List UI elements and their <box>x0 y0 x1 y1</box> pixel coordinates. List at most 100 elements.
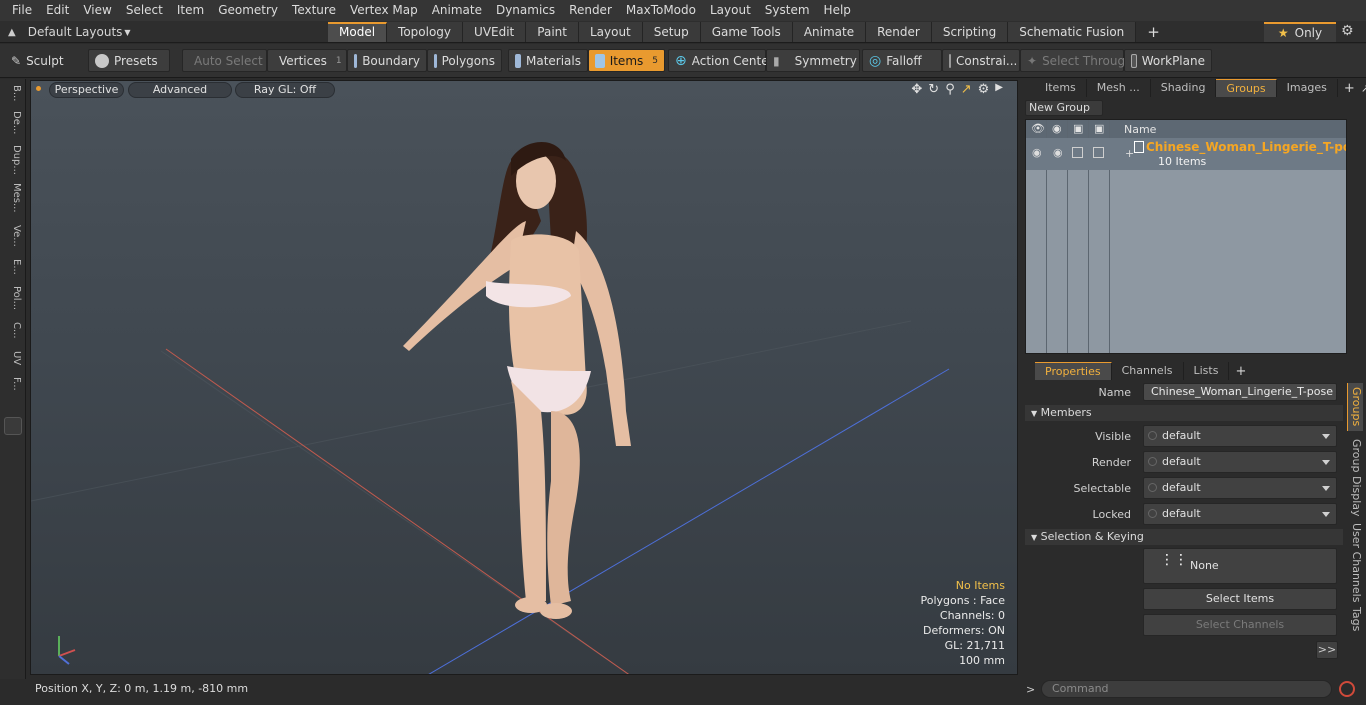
render-dropdown[interactable]: default <box>1143 451 1337 473</box>
group-row[interactable]: ◉ ◉ + Chinese_Woman_Lingerie_T-po ... 10… <box>1026 138 1346 170</box>
select-through-button[interactable]: ✦ Select Through <box>1020 49 1133 72</box>
locked-dropdown[interactable]: default <box>1143 503 1337 525</box>
menu-dynamics[interactable]: Dynamics <box>489 0 562 21</box>
group-name[interactable]: Chinese_Woman_Lingerie_T-po ... <box>1146 140 1346 154</box>
menu-edit[interactable]: Edit <box>39 0 76 21</box>
zoom-view-icon[interactable]: ⚲ <box>945 82 955 97</box>
row-lock-checkbox[interactable] <box>1072 147 1083 158</box>
menu-geometry[interactable]: Geometry <box>211 0 285 21</box>
tab-items[interactable]: Items <box>1035 79 1087 97</box>
tab-channels[interactable]: Channels <box>1112 362 1184 380</box>
new-group-button[interactable]: New Group <box>1025 100 1103 116</box>
tab-scripting[interactable]: Scripting <box>931 22 1009 42</box>
menu-animate[interactable]: Animate <box>425 0 489 21</box>
tab-groups[interactable]: Groups <box>1216 79 1277 97</box>
viewport-menu-dot[interactable] <box>36 86 41 91</box>
tab-paint[interactable]: Paint <box>526 22 579 42</box>
menu-help[interactable]: Help <box>817 0 858 21</box>
layout-selector[interactable]: ▲ Default Layouts ▼ <box>8 21 131 43</box>
tab-game-tools[interactable]: Game Tools <box>700 22 793 42</box>
tab-schematic-fusion[interactable]: Schematic Fusion <box>1008 22 1137 42</box>
expand-plus-icon[interactable]: + <box>1125 147 1134 160</box>
menu-system[interactable]: System <box>758 0 817 21</box>
side-tab-groups[interactable]: Groups <box>1347 383 1363 431</box>
collapse-icon[interactable]: ▲ <box>8 27 16 38</box>
tab-images[interactable]: Images <box>1277 79 1338 97</box>
gear-icon[interactable]: ⚙ <box>1341 23 1354 39</box>
side-tab-tags[interactable]: Tags <box>1347 603 1363 635</box>
row-render-icon[interactable]: ◉ <box>1053 146 1063 159</box>
rotate-view-icon[interactable]: ↻ <box>928 82 939 97</box>
tab-lists[interactable]: Lists <box>1184 362 1230 380</box>
tab-layout[interactable]: Layout <box>578 22 643 42</box>
play-arrow-icon[interactable]: ▶ <box>995 82 1003 97</box>
command-input[interactable]: Command <box>1041 680 1332 698</box>
menu-file[interactable]: File <box>5 0 39 21</box>
sculpt-button[interactable]: ✎ Sculpt <box>5 49 87 72</box>
keying-none-button[interactable]: ⋮⋮ None <box>1143 548 1337 584</box>
menu-layout[interactable]: Layout <box>703 0 758 21</box>
left-tab-basic[interactable]: B... <box>4 85 22 107</box>
visible-dropdown[interactable]: default <box>1143 425 1337 447</box>
auto-select-button[interactable]: Auto Select <box>182 49 267 72</box>
tab-model[interactable]: Model <box>328 22 388 42</box>
move-view-icon[interactable]: ✥ <box>911 82 922 97</box>
left-tab-duplicate[interactable]: Dup... <box>4 145 22 177</box>
select-channels-button[interactable]: Select Channels <box>1143 614 1337 636</box>
side-tab-group-display[interactable]: Group Display <box>1347 435 1363 517</box>
tab-shading[interactable]: Shading <box>1151 79 1217 97</box>
side-tab-user-channels[interactable]: User Channels <box>1347 519 1363 602</box>
row-eye-icon[interactable]: ◉ <box>1032 146 1042 159</box>
selection-keying-section[interactable]: ▼ Selection & Keying <box>1025 529 1343 545</box>
menu-texture[interactable]: Texture <box>285 0 343 21</box>
menu-select[interactable]: Select <box>119 0 170 21</box>
tab-animate[interactable]: Animate <box>792 22 867 42</box>
left-tab-mesh[interactable]: Mes... <box>4 183 22 215</box>
3d-viewport[interactable]: Perspective Advanced Ray GL: Off ✥ ↻ ⚲ ↗… <box>30 80 1018 675</box>
vertices-button[interactable]: Vertices 1 <box>267 49 347 72</box>
symmetry-button[interactable]: ▮ Symmetry <box>766 49 860 72</box>
presets-button[interactable]: Presets <box>88 49 170 72</box>
name-column-header[interactable]: Name <box>1124 123 1156 136</box>
menu-item[interactable]: Item <box>170 0 211 21</box>
tab-properties[interactable]: Properties <box>1035 362 1112 380</box>
name-field[interactable]: Chinese_Woman_Lingerie_T-pose (3) <box>1143 383 1337 401</box>
left-tab-curve[interactable]: C... <box>4 322 22 346</box>
constraints-button[interactable]: Constrai... <box>942 49 1020 72</box>
expand-icon[interactable]: ↗ <box>1361 82 1366 95</box>
left-tab-uv[interactable]: UV <box>4 351 22 373</box>
left-tab-deform[interactable]: De... <box>4 111 22 139</box>
tab-mesh[interactable]: Mesh ... <box>1087 79 1151 97</box>
menu-maxtomodo[interactable]: MaxToModo <box>619 0 703 21</box>
action-center-button[interactable]: ⊕ Action Center <box>668 49 774 72</box>
add-tab-button[interactable]: + <box>1136 22 1171 42</box>
workplane-button[interactable]: WorkPlane <box>1124 49 1212 72</box>
raygl-button[interactable]: Ray GL: Off <box>235 82 335 98</box>
selectable-dropdown[interactable]: default <box>1143 477 1337 499</box>
add-tab-icon[interactable]: + <box>1344 81 1355 96</box>
tab-render[interactable]: Render <box>866 22 932 42</box>
record-icon[interactable] <box>1339 681 1355 697</box>
row-select-checkbox[interactable] <box>1093 147 1104 158</box>
menu-render[interactable]: Render <box>562 0 619 21</box>
tab-setup[interactable]: Setup <box>642 22 701 42</box>
left-tab-edge[interactable]: E... <box>4 259 22 281</box>
viewport-gear-icon[interactable]: ⚙ <box>978 82 990 97</box>
boundary-button[interactable]: Boundary <box>347 49 427 72</box>
add-prop-tab-icon[interactable]: + <box>1235 364 1246 379</box>
items-button[interactable]: Items 5 <box>588 49 665 72</box>
left-tab-polygon[interactable]: Pol... <box>4 286 22 316</box>
menu-vertex-map[interactable]: Vertex Map <box>343 0 425 21</box>
maximize-view-icon[interactable]: ↗ <box>961 82 972 97</box>
only-button[interactable]: ★ Only <box>1264 22 1336 42</box>
polygons-button[interactable]: Polygons <box>427 49 502 72</box>
select-items-button[interactable]: Select Items <box>1143 588 1337 610</box>
left-tab-vertex[interactable]: Ve... <box>4 225 22 253</box>
more-button[interactable]: >> <box>1316 641 1338 659</box>
tab-uvedit[interactable]: UVEdit <box>463 22 527 42</box>
materials-button[interactable]: Materials <box>508 49 588 72</box>
advanced-button[interactable]: Advanced <box>128 82 232 98</box>
collapse-toggle[interactable] <box>4 417 22 435</box>
members-section[interactable]: ▼ Members <box>1025 405 1343 421</box>
menu-view[interactable]: View <box>76 0 118 21</box>
